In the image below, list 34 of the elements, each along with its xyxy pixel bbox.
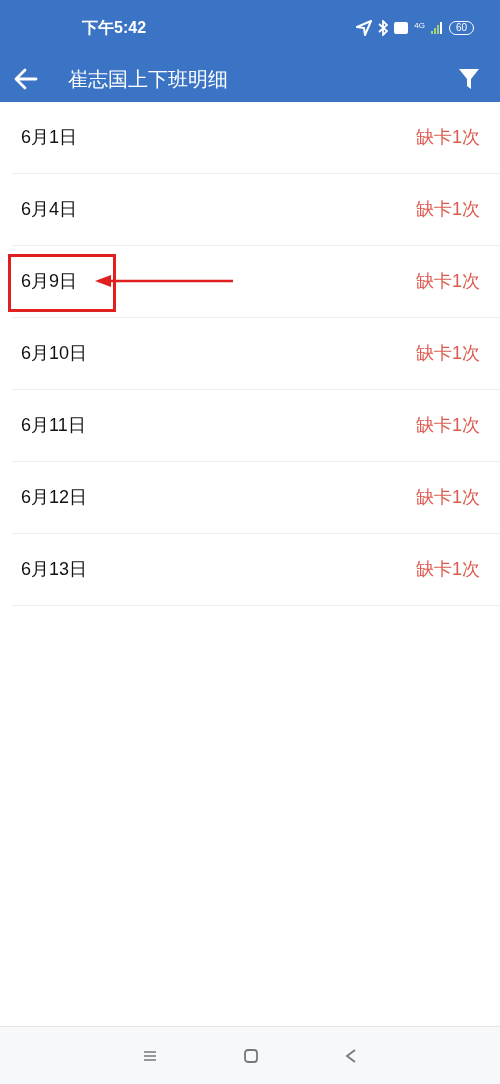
hd-icon <box>394 22 409 34</box>
record-row[interactable]: 6月10日 缺卡1次 <box>12 318 500 390</box>
record-date: 6月4日 <box>21 198 78 221</box>
back-arrow-icon[interactable] <box>14 68 38 90</box>
record-date: 6月10日 <box>21 342 88 365</box>
record-status: 缺卡1次 <box>416 486 480 509</box>
pointer-arrow-icon <box>95 274 233 288</box>
record-row[interactable]: 6月12日 缺卡1次 <box>12 462 500 534</box>
record-date: 6月12日 <box>21 486 88 509</box>
location-icon <box>356 20 373 36</box>
status-time: 下午5:42 <box>82 18 147 38</box>
record-row[interactable]: 6月4日 缺卡1次 <box>12 174 500 246</box>
record-date: 6月13日 <box>21 558 88 581</box>
record-status: 缺卡1次 <box>416 270 480 293</box>
record-status: 缺卡1次 <box>416 342 480 365</box>
bluetooth-icon <box>378 20 389 36</box>
record-row[interactable]: 6月1日 缺卡1次 <box>12 102 500 174</box>
menu-icon[interactable] <box>143 1049 158 1062</box>
record-status: 缺卡1次 <box>416 414 480 437</box>
page-title: 崔志国上下班明细 <box>68 67 228 92</box>
home-icon[interactable] <box>244 1048 258 1063</box>
signal-icon <box>430 22 443 34</box>
network-label: 4G <box>414 22 425 30</box>
record-row[interactable]: 6月13日 缺卡1次 <box>12 534 500 606</box>
record-status: 缺卡1次 <box>416 126 480 149</box>
record-row[interactable]: 6月9日 缺卡1次 <box>12 246 500 318</box>
record-status: 缺卡1次 <box>416 198 480 221</box>
record-date: 6月11日 <box>21 414 86 437</box>
record-status: 缺卡1次 <box>416 558 480 581</box>
back-icon[interactable] <box>344 1048 357 1063</box>
record-date: 6月9日 <box>21 270 78 293</box>
record-row[interactable]: 6月11日 缺卡1次 <box>12 390 500 462</box>
record-date: 6月1日 <box>21 126 78 149</box>
filter-icon[interactable] <box>458 68 480 90</box>
